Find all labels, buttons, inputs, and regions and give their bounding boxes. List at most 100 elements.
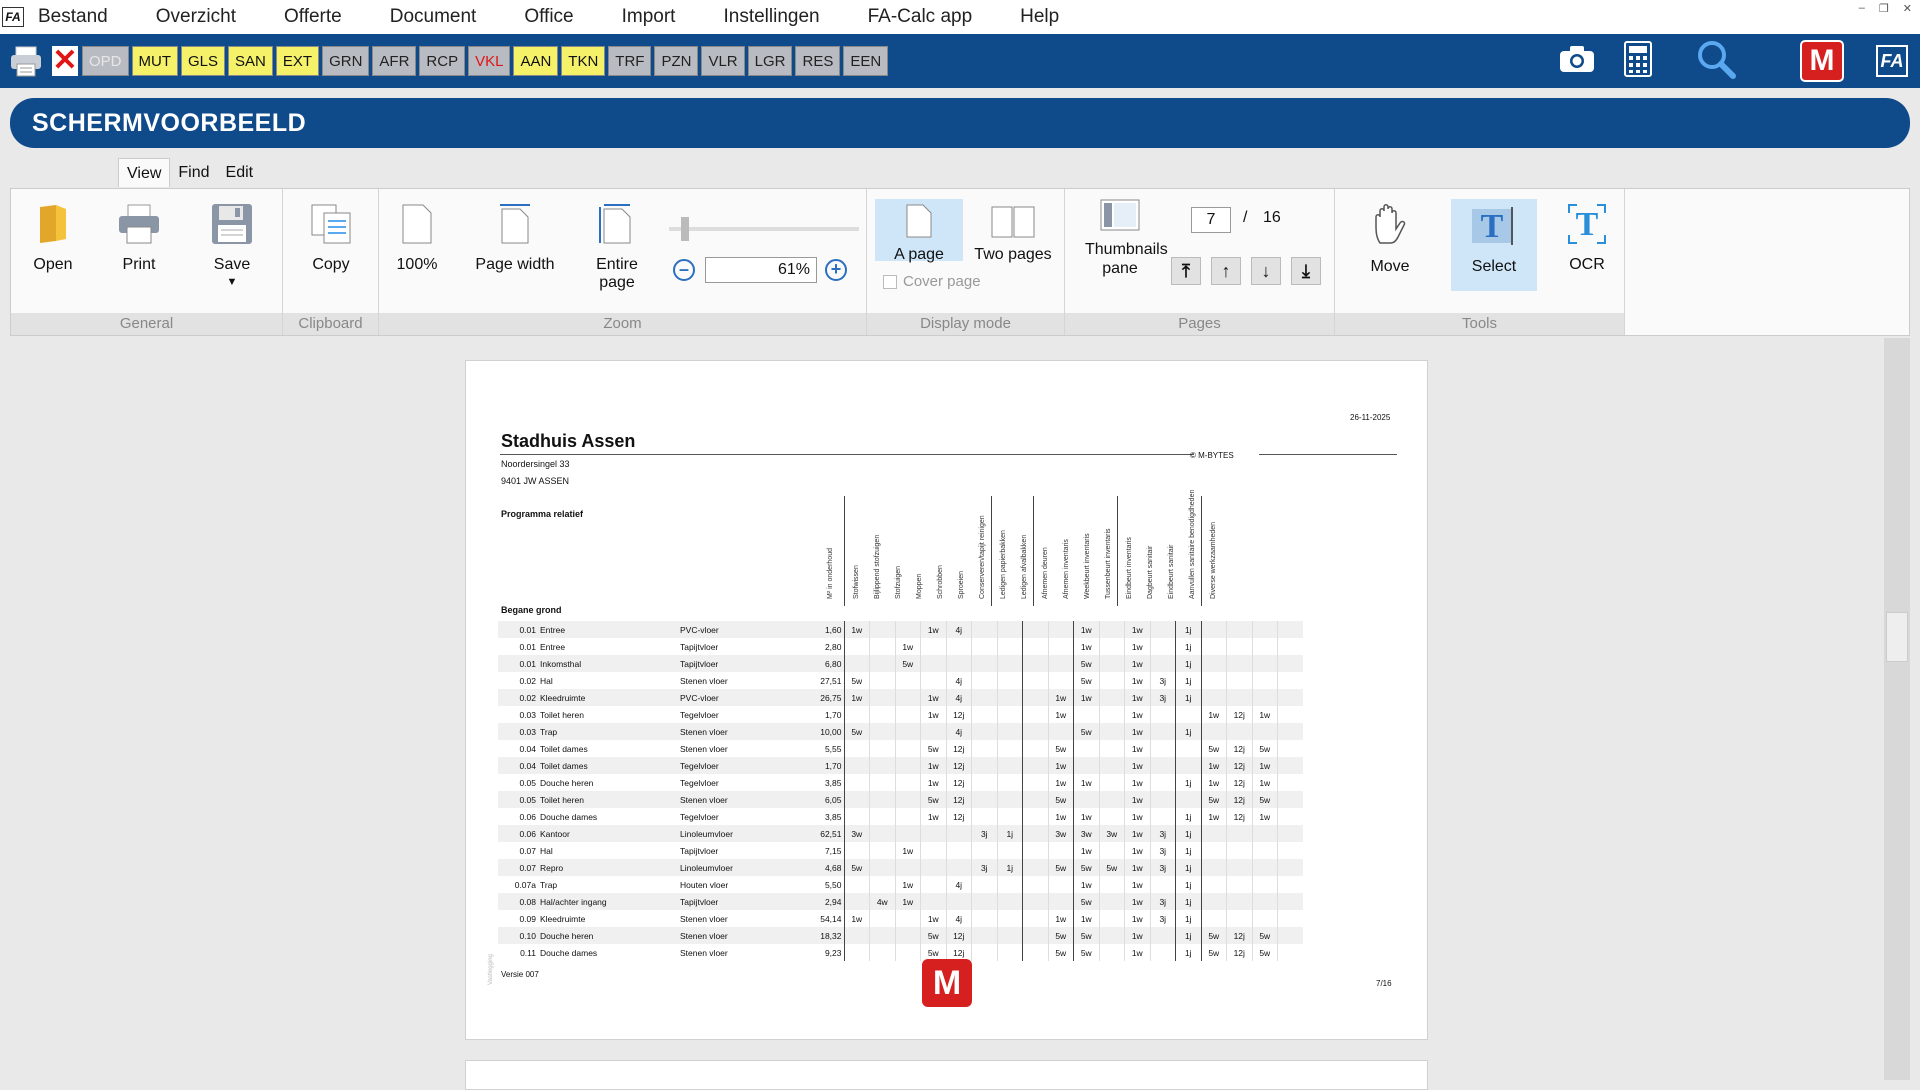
column-header-3-wrap: Moppen xyxy=(916,507,923,599)
module-tab-pzn[interactable]: PZN xyxy=(654,46,699,76)
zoom-out-icon[interactable]: – xyxy=(673,259,695,281)
page-width-label: Page width xyxy=(475,256,555,273)
entire-page-button[interactable]: Entire page xyxy=(577,203,657,292)
zoom-input[interactable]: 61% xyxy=(705,257,817,283)
module-tab-vlr[interactable]: VLR xyxy=(701,46,745,76)
zoom-100-button[interactable]: 100% xyxy=(387,203,447,274)
ribbon-tab-view[interactable]: View xyxy=(118,158,171,187)
module-tab-grn[interactable]: GRN xyxy=(322,46,370,76)
print-button[interactable]: Print xyxy=(109,203,169,274)
floppy-disk-icon xyxy=(187,203,277,250)
maximize-icon[interactable]: ❐ xyxy=(1879,2,1889,15)
cell-frequency xyxy=(1226,723,1252,740)
zoom-slider-handle[interactable] xyxy=(681,217,689,241)
a-page-button[interactable]: A page xyxy=(875,199,963,263)
menu-item-import[interactable]: Import xyxy=(622,6,676,28)
cell-area: 3,85 xyxy=(824,777,842,788)
cell-area: 18,32 xyxy=(798,927,844,944)
last-page-icon[interactable]: ⤓ xyxy=(1291,257,1321,285)
cell-frequency: 1w xyxy=(1073,876,1099,893)
menu-item-offerte[interactable]: Offerte xyxy=(284,6,342,28)
cell-frequency xyxy=(1098,638,1125,655)
previous-page-icon[interactable]: ↑ xyxy=(1211,257,1241,285)
cell-frequency xyxy=(1022,621,1048,638)
move-button[interactable]: Move xyxy=(1355,203,1425,276)
menu-item-fa-calc-app[interactable]: FA-Calc app xyxy=(868,6,973,28)
save-button[interactable]: Save ▼ xyxy=(187,203,277,288)
cell-area: 4,68 xyxy=(798,859,844,876)
page-width-button[interactable]: Page width xyxy=(475,203,555,274)
cell-frequency xyxy=(1226,621,1252,638)
menu-item-bestand[interactable]: Bestand xyxy=(38,6,108,28)
page-icon xyxy=(387,203,447,250)
thumbnails-pane-button[interactable]: Thumbnails pane xyxy=(1075,199,1168,278)
module-tab-res[interactable]: RES xyxy=(795,46,841,76)
two-pages-button[interactable]: Two pages xyxy=(969,203,1057,264)
cell-frequency: 1w xyxy=(894,638,921,655)
module-tab-rcp[interactable]: RCP xyxy=(419,46,466,76)
cell-frequency xyxy=(869,927,895,944)
doc-program-label: Programma relatief xyxy=(501,509,584,519)
copy-icon xyxy=(301,203,361,250)
chevron-down-icon[interactable]: ▼ xyxy=(187,276,277,288)
module-tab-trf[interactable]: TRF xyxy=(608,46,652,76)
search-icon[interactable] xyxy=(1696,39,1736,84)
close-window-icon[interactable]: ✕ xyxy=(1903,2,1912,15)
cell-room-number: 0.07a xyxy=(514,879,536,890)
close-document-icon[interactable]: ✕ xyxy=(52,46,78,76)
module-tab-san[interactable]: SAN xyxy=(228,46,273,76)
next-page-icon[interactable]: ↓ xyxy=(1251,257,1281,285)
menu-item-office[interactable]: Office xyxy=(524,6,573,28)
open-button[interactable]: Open xyxy=(23,203,83,274)
ribbon: Open Print Save ▼ General Copy Clipboard… xyxy=(10,188,1910,336)
select-button[interactable]: T Select xyxy=(1451,199,1537,291)
m-bytes-logo[interactable]: M xyxy=(1800,40,1844,82)
zoom-in-icon[interactable]: + xyxy=(825,259,847,281)
module-tab-ext[interactable]: EXT xyxy=(275,46,320,76)
module-tab-vkl[interactable]: VKL xyxy=(468,46,511,76)
cell-frequency xyxy=(1047,893,1074,910)
cell-frequency: 3j xyxy=(1149,825,1176,842)
menu-item-overzicht[interactable]: Overzicht xyxy=(156,6,236,28)
fa-calc-icon[interactable]: FA xyxy=(1876,45,1908,77)
menu-item-document[interactable]: Document xyxy=(390,6,477,28)
print-icon[interactable] xyxy=(8,43,44,79)
column-header-6-wrap: Conserveren/tapijt reinigen xyxy=(979,507,986,599)
module-tab-gls[interactable]: GLS xyxy=(181,46,226,76)
cell-area: 54,14 xyxy=(820,913,842,924)
cell-frequency xyxy=(996,774,1023,791)
cell-room-name: Douche dames xyxy=(540,947,598,958)
ribbon-tab-edit[interactable]: Edit xyxy=(218,158,262,187)
ocr-button[interactable]: T OCR xyxy=(1557,203,1617,274)
module-tab-afr[interactable]: AFR xyxy=(372,46,417,76)
camera-icon[interactable] xyxy=(1558,44,1596,79)
cell-frequency: 1w xyxy=(1073,842,1099,859)
cell-floor-type: Linoleumvloer xyxy=(678,859,798,876)
cell-frequency xyxy=(1022,757,1048,774)
copy-button[interactable]: Copy xyxy=(301,203,361,274)
module-tab-lgr[interactable]: LGR xyxy=(747,46,793,76)
calculator-icon[interactable] xyxy=(1624,40,1652,82)
module-tab-tkn[interactable]: TKN xyxy=(561,46,606,76)
menu-item-help[interactable]: Help xyxy=(1020,6,1059,28)
ribbon-tab-find[interactable]: Find xyxy=(170,158,217,187)
cell-frequency: 1w xyxy=(843,910,870,927)
scrollbar-thumb[interactable] xyxy=(1886,612,1908,662)
minimize-icon[interactable]: – xyxy=(1859,2,1865,15)
cell-room-number: 0.04 xyxy=(519,743,536,754)
cover-page-checkbox[interactable] xyxy=(883,274,897,289)
cell-frequency xyxy=(869,655,895,672)
cover-page-option[interactable]: Cover page xyxy=(883,273,981,290)
cell-frequency: 4j xyxy=(945,723,972,740)
cell-frequency: 1w xyxy=(920,689,946,706)
zoom-slider[interactable] xyxy=(669,217,859,241)
current-page-input[interactable]: 7 xyxy=(1191,207,1231,233)
cell-frequency xyxy=(843,808,870,825)
module-tab-opd[interactable]: OPD xyxy=(82,46,129,76)
first-page-icon[interactable]: ⤒ xyxy=(1171,257,1201,285)
menu-item-instellingen[interactable]: Instellingen xyxy=(723,6,819,28)
module-tab-mut[interactable]: MUT xyxy=(131,46,179,76)
module-tab-een[interactable]: EEN xyxy=(843,46,889,76)
vertical-scrollbar[interactable] xyxy=(1884,338,1910,1080)
module-tab-aan[interactable]: AAN xyxy=(513,46,559,76)
